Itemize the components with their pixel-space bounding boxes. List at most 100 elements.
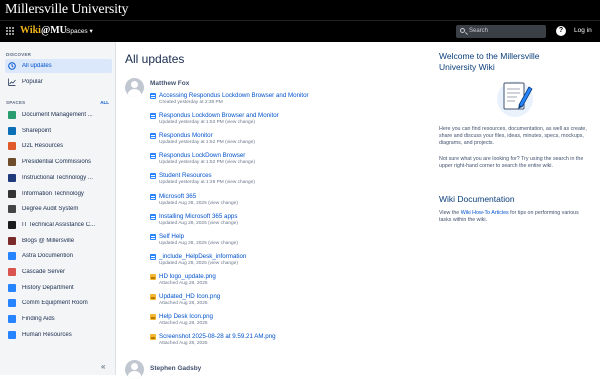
- sidebar-item-space[interactable]: Instructional Technology ...: [5, 171, 112, 185]
- update-meta: Updated Aug 28, 2025 (view change): [159, 200, 238, 206]
- update-meta: Updated yesterday at 1:53 PM (view chang…: [159, 120, 255, 126]
- sidebar-item-space[interactable]: Finding Aids: [5, 312, 112, 326]
- welcome-text: Here you can find resources, documentati…: [439, 126, 587, 147]
- space-icon: [8, 126, 16, 135]
- sidebar-item-space[interactable]: Cascade Server: [5, 265, 112, 279]
- spaces-all-link[interactable]: ALL: [100, 100, 109, 105]
- space-icon: [8, 299, 16, 308]
- chart-icon: [8, 78, 16, 86]
- sidebar-item-space[interactable]: Comm Equipment Room: [5, 296, 112, 310]
- search-hint-text: Not sure what you are looking for? Try u…: [439, 156, 584, 170]
- image-file-icon: [150, 273, 156, 280]
- page-icon: [150, 253, 156, 260]
- update-title-link[interactable]: Student Resources: [159, 172, 212, 179]
- clock-icon: [8, 62, 16, 70]
- update-meta: Updated yesterday at 1:28 PM (view chang…: [159, 180, 255, 186]
- sidebar-item-space[interactable]: Degree Audit System: [5, 202, 112, 216]
- avatar[interactable]: [125, 78, 144, 97]
- doc-text: View the Wiki How-To Articles for tips o…: [439, 210, 579, 224]
- help-icon[interactable]: ?: [556, 26, 566, 36]
- update-title-link[interactable]: Help Desk Icon.png: [159, 313, 213, 320]
- page-icon: [150, 213, 156, 220]
- page-icon: [150, 173, 156, 180]
- spaces-menu[interactable]: Spaces ▾: [66, 27, 93, 35]
- page-icon: [150, 133, 156, 140]
- page-icon: [150, 113, 156, 120]
- update-meta: Updated Aug 28, 2025 (view change): [159, 220, 238, 226]
- collapse-sidebar-icon[interactable]: «: [101, 362, 105, 371]
- wiki-logo[interactable]: Wiki@MU: [20, 25, 67, 36]
- search-input[interactable]: Search: [456, 25, 546, 38]
- space-icon: [8, 173, 16, 182]
- update-meta: Updated yesterday at 1:52 PM (view chang…: [159, 140, 255, 146]
- sidebar-item-all-updates[interactable]: All updates: [5, 59, 112, 73]
- space-icon: [8, 142, 16, 151]
- sidebar-item-space[interactable]: Astra Documention: [5, 249, 112, 263]
- image-file-icon: [150, 294, 156, 300]
- space-icon: [8, 236, 16, 245]
- how-to-articles-link[interactable]: Wiki How-To Articles: [461, 210, 509, 216]
- user-name[interactable]: Stephen Gadsby: [150, 365, 201, 372]
- space-icon: [8, 158, 16, 167]
- update-title-link[interactable]: Accessing Respondus Lockdown Browser and…: [159, 92, 309, 99]
- page-icon: [150, 153, 156, 160]
- update-title-link[interactable]: Updated_HD Icon.png: [159, 293, 220, 300]
- sidebar-item-space[interactable]: Presidential Commissions: [5, 155, 112, 169]
- spaces-header: SPACES: [6, 100, 26, 105]
- document-pen-illustration: [497, 81, 533, 117]
- avatar[interactable]: [125, 360, 144, 379]
- university-logo[interactable]: Millersville University: [5, 2, 129, 18]
- sidebar: DISCOVER All updates Popular SPACES ALL …: [0, 42, 116, 375]
- welcome-title: Welcome to the Millersville University W…: [439, 51, 540, 72]
- user-name[interactable]: Matthew Fox: [150, 80, 189, 87]
- space-icon: [8, 189, 16, 198]
- update-meta: Attached Aug 28, 2025: [159, 341, 208, 347]
- space-icon: [8, 283, 16, 292]
- update-meta: Updated Aug 28, 2025 (view change): [159, 260, 238, 266]
- update-title-link[interactable]: Microsoft 365: [159, 193, 196, 200]
- sidebar-item-space[interactable]: History Department: [5, 281, 112, 295]
- update-title-link[interactable]: Respondus Lockdown Browser and Monitor: [159, 112, 279, 119]
- image-file-icon: [150, 334, 156, 341]
- update-meta: Updated Aug 28, 2025 (view change): [159, 240, 238, 246]
- login-link[interactable]: Log in: [574, 27, 592, 34]
- update-title-link[interactable]: HD logo_update.png: [159, 273, 216, 280]
- update-title-link[interactable]: Screenshot 2025-08-28 at 9.59.21 AM.png: [159, 333, 276, 340]
- app-switcher-icon[interactable]: [6, 27, 15, 36]
- image-file-icon: [150, 314, 156, 321]
- discover-header: DISCOVER: [6, 52, 32, 57]
- space-icon: [8, 111, 16, 119]
- update-title-link[interactable]: Respondus LockDown Browser: [159, 152, 245, 159]
- update-meta: Attached Aug 28, 2025: [159, 280, 208, 286]
- update-meta: Updated yesterday at 1:52 PM (view chang…: [159, 160, 255, 166]
- space-icon: [8, 205, 16, 214]
- update-title-link[interactable]: Self Help: [159, 233, 184, 240]
- space-icon: [8, 252, 16, 261]
- update-meta: Attached Aug 28, 2025: [159, 301, 208, 306]
- doc-title: Wiki Documentation: [439, 194, 515, 204]
- update-title-link[interactable]: Installing Microsoft 365 apps: [159, 213, 237, 220]
- space-icon: [8, 220, 16, 229]
- page-icon: [150, 233, 156, 240]
- sidebar-item-space[interactable]: Blogs @ Millersville: [5, 234, 112, 248]
- update-title-link[interactable]: Respondus Monitor: [159, 132, 213, 139]
- sidebar-item-space[interactable]: Sharepoint: [5, 124, 112, 138]
- chevron-down-icon: ▾: [89, 28, 93, 35]
- sidebar-item-space[interactable]: Information Technology: [5, 187, 112, 201]
- sidebar-item-space[interactable]: Human Resources: [5, 328, 112, 342]
- sidebar-item-space[interactable]: Document Management ...: [5, 108, 112, 122]
- search-icon: [460, 28, 465, 33]
- update-title-link[interactable]: _include_HelpDesk_information: [159, 253, 246, 260]
- sidebar-item-space[interactable]: IT Technical Assistance C...: [5, 218, 112, 232]
- top-nav: Wiki@MU Spaces ▾ Search ? Log in: [0, 20, 600, 42]
- university-header: Millersville University: [0, 0, 600, 20]
- sidebar-item-space[interactable]: D2L Resources: [5, 139, 112, 153]
- sidebar-item-popular[interactable]: Popular: [5, 75, 112, 89]
- page-icon: [150, 193, 156, 200]
- update-meta: Attached Aug 28, 2025: [159, 321, 208, 327]
- space-icon: [8, 268, 16, 276]
- page-title: All updates: [125, 52, 185, 66]
- space-icon: [8, 315, 16, 324]
- update-meta: Created yesterday at 2:38 PM: [159, 100, 223, 105]
- space-icon: [8, 330, 16, 339]
